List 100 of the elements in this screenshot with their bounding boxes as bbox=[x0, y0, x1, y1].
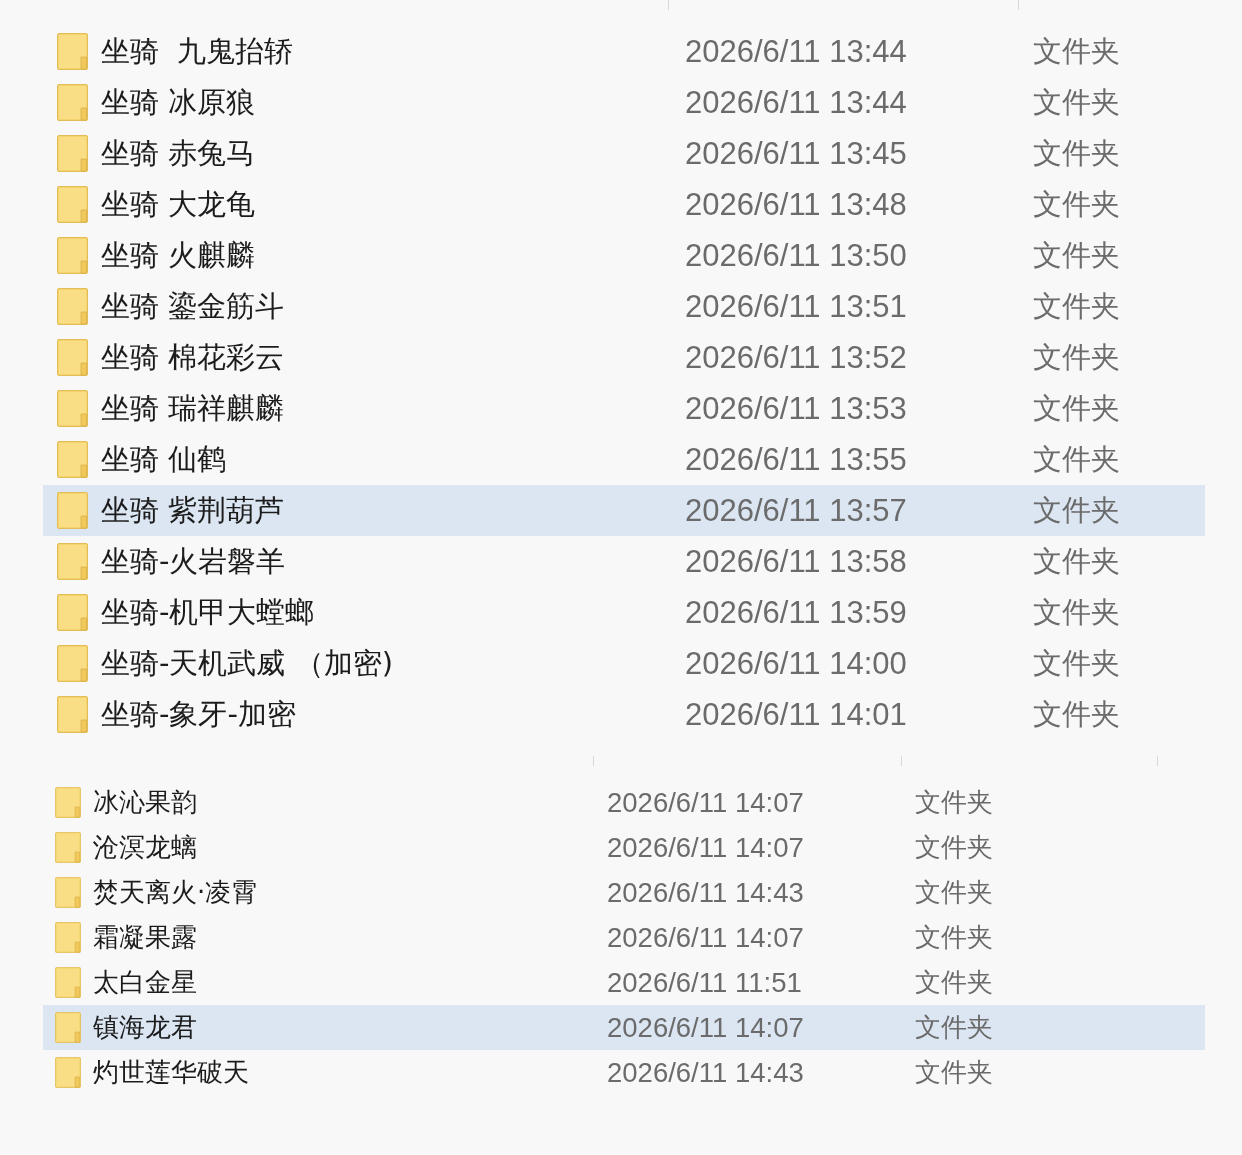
file-row[interactable]: 镇海龙君 2026/6/11 14:07 文件夹 bbox=[43, 1005, 1205, 1050]
folder-name: 坐骑 冰原狼 bbox=[101, 85, 256, 120]
modified-date: 2026/6/11 13:48 bbox=[685, 186, 907, 223]
folder-icon bbox=[57, 84, 88, 121]
item-type: 文件夹 bbox=[1033, 595, 1120, 630]
folder-icon bbox=[55, 1057, 81, 1088]
item-type: 文件夹 bbox=[1033, 442, 1120, 477]
file-row[interactable]: 坐骑-象牙-加密 2026/6/11 14:01 文件夹 bbox=[43, 689, 1205, 740]
folder-name: 坐骑 紫荆葫芦 bbox=[101, 493, 285, 528]
modified-date: 2026/6/11 14:07 bbox=[607, 921, 804, 954]
modified-date: 2026/6/11 14:43 bbox=[607, 876, 804, 909]
file-row[interactable]: 坐骑-机甲大螳螂 2026/6/11 13:59 文件夹 bbox=[43, 587, 1205, 638]
file-row[interactable]: 坐骑-火岩磐羊 2026/6/11 13:58 文件夹 bbox=[43, 536, 1205, 587]
item-type: 文件夹 bbox=[1033, 238, 1120, 273]
modified-date: 2026/6/11 13:57 bbox=[685, 492, 907, 529]
folder-name: 太白金星 bbox=[93, 967, 197, 998]
modified-date: 2026/6/11 13:44 bbox=[685, 84, 907, 121]
modified-date: 2026/6/11 13:58 bbox=[685, 543, 907, 580]
folder-icon bbox=[57, 33, 88, 70]
folder-icon bbox=[57, 237, 88, 274]
folder-icon bbox=[57, 441, 88, 478]
folder-icon bbox=[57, 186, 88, 223]
folder-icon bbox=[55, 787, 81, 818]
item-type: 文件夹 bbox=[1033, 289, 1120, 324]
file-row[interactable]: 坐骑 仙鹤 2026/6/11 13:55 文件夹 bbox=[43, 434, 1205, 485]
file-row[interactable]: 坐骑 赤兔马 2026/6/11 13:45 文件夹 bbox=[43, 128, 1205, 179]
folder-icon bbox=[55, 877, 81, 908]
modified-date: 2026/6/11 14:07 bbox=[607, 831, 804, 864]
modified-date: 2026/6/11 13:53 bbox=[685, 390, 907, 427]
folder-name: 坐骑-天机武威 （加密) bbox=[101, 646, 393, 681]
folder-name: 坐骑-象牙-加密 bbox=[101, 697, 296, 732]
item-type: 文件夹 bbox=[1033, 187, 1120, 222]
folder-name: 坐骑-机甲大螳螂 bbox=[101, 595, 315, 630]
modified-date: 2026/6/11 13:55 bbox=[685, 441, 907, 478]
folder-icon bbox=[57, 390, 88, 427]
folder-icon bbox=[57, 543, 88, 580]
folder-name: 坐骑-火岩磐羊 bbox=[101, 544, 286, 579]
folder-icon bbox=[55, 967, 81, 998]
folder-name: 坐骑 鎏金筋斗 bbox=[101, 289, 285, 324]
modified-date: 2026/6/11 13:50 bbox=[685, 237, 907, 274]
item-type: 文件夹 bbox=[915, 1012, 993, 1043]
modified-date: 2026/6/11 14:01 bbox=[685, 696, 907, 733]
folder-icon bbox=[55, 1012, 81, 1043]
file-row[interactable]: 坐骑 九鬼抬轿 2026/6/11 13:44 文件夹 bbox=[43, 26, 1205, 77]
modified-date: 2026/6/11 14:07 bbox=[607, 1011, 804, 1044]
folder-icon bbox=[57, 492, 88, 529]
folder-icon bbox=[57, 696, 88, 733]
folder-name: 坐骑 大龙龟 bbox=[101, 187, 256, 222]
folder-name: 坐骑 火麒麟 bbox=[101, 238, 256, 273]
file-row[interactable]: 坐骑 大龙龟 2026/6/11 13:48 文件夹 bbox=[43, 179, 1205, 230]
file-row[interactable]: 坐骑 火麒麟 2026/6/11 13:50 文件夹 bbox=[43, 230, 1205, 281]
folder-icon bbox=[57, 645, 88, 682]
item-type: 文件夹 bbox=[915, 1057, 993, 1088]
file-row[interactable]: 焚天离火·凌霄 2026/6/11 14:43 文件夹 bbox=[43, 870, 1205, 915]
folder-name: 镇海龙君 bbox=[93, 1012, 197, 1043]
folder-name: 灼世莲华破天 bbox=[93, 1057, 249, 1088]
item-type: 文件夹 bbox=[1033, 391, 1120, 426]
item-type: 文件夹 bbox=[1033, 493, 1120, 528]
folder-icon bbox=[57, 339, 88, 376]
folder-icon bbox=[55, 832, 81, 863]
folder-name: 坐骑 瑞祥麒麟 bbox=[101, 391, 285, 426]
folder-name: 坐骑 仙鹤 bbox=[101, 442, 227, 477]
folder-icon bbox=[57, 594, 88, 631]
folder-name: 霜凝果露 bbox=[93, 922, 197, 953]
modified-date: 2026/6/11 13:59 bbox=[685, 594, 907, 631]
file-row[interactable]: 灼世莲华破天 2026/6/11 14:43 文件夹 bbox=[43, 1050, 1205, 1095]
item-type: 文件夹 bbox=[915, 967, 993, 998]
item-type: 文件夹 bbox=[1033, 697, 1120, 732]
item-type: 文件夹 bbox=[1033, 544, 1120, 579]
folder-name: 冰沁果韵 bbox=[93, 787, 197, 818]
modified-date: 2026/6/11 13:44 bbox=[685, 33, 907, 70]
folder-name: 沧溟龙螭 bbox=[93, 832, 197, 863]
modified-date: 2026/6/11 13:52 bbox=[685, 339, 907, 376]
item-type: 文件夹 bbox=[915, 922, 993, 953]
file-row[interactable]: 坐骑 瑞祥麒麟 2026/6/11 13:53 文件夹 bbox=[43, 383, 1205, 434]
modified-date: 2026/6/11 14:07 bbox=[607, 786, 804, 819]
folder-name: 坐骑 九鬼抬轿 bbox=[101, 34, 294, 69]
file-row[interactable]: 坐骑 冰原狼 2026/6/11 13:44 文件夹 bbox=[43, 77, 1205, 128]
item-type: 文件夹 bbox=[1033, 34, 1120, 69]
file-row[interactable]: 坐骑-天机武威 （加密) 2026/6/11 14:00 文件夹 bbox=[43, 638, 1205, 689]
modified-date: 2026/6/11 14:00 bbox=[685, 645, 907, 682]
file-row[interactable]: 冰沁果韵 2026/6/11 14:07 文件夹 bbox=[43, 780, 1205, 825]
folder-icon bbox=[55, 922, 81, 953]
file-row[interactable]: 坐骑 紫荆葫芦 2026/6/11 13:57 文件夹 bbox=[43, 485, 1205, 536]
modified-date: 2026/6/11 11:51 bbox=[607, 966, 802, 999]
modified-date: 2026/6/11 13:45 bbox=[685, 135, 907, 172]
file-row[interactable]: 坐骑 鎏金筋斗 2026/6/11 13:51 文件夹 bbox=[43, 281, 1205, 332]
file-row[interactable]: 霜凝果露 2026/6/11 14:07 文件夹 bbox=[43, 915, 1205, 960]
item-type: 文件夹 bbox=[1033, 340, 1120, 375]
item-type: 文件夹 bbox=[915, 832, 993, 863]
folder-name: 坐骑 棉花彩云 bbox=[101, 340, 285, 375]
file-row[interactable]: 坐骑 棉花彩云 2026/6/11 13:52 文件夹 bbox=[43, 332, 1205, 383]
modified-date: 2026/6/11 13:51 bbox=[685, 288, 907, 325]
item-type: 文件夹 bbox=[915, 787, 993, 818]
folder-name: 焚天离火·凌霄 bbox=[93, 877, 258, 908]
folder-icon bbox=[57, 288, 88, 325]
file-row[interactable]: 太白金星 2026/6/11 11:51 文件夹 bbox=[43, 960, 1205, 1005]
item-type: 文件夹 bbox=[1033, 85, 1120, 120]
file-row[interactable]: 沧溟龙螭 2026/6/11 14:07 文件夹 bbox=[43, 825, 1205, 870]
folder-name: 坐骑 赤兔马 bbox=[101, 136, 256, 171]
